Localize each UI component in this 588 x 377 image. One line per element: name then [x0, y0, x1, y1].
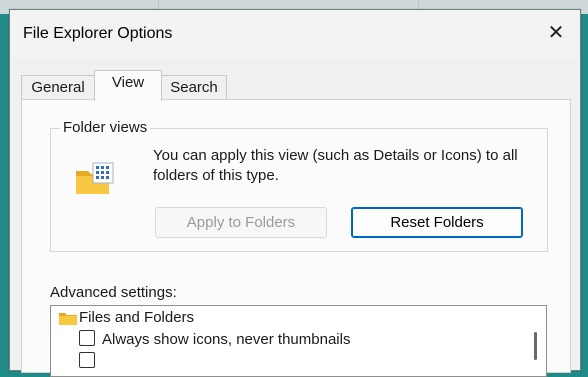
- folder-views-label: Folder views: [60, 119, 151, 136]
- reset-folders-button[interactable]: Reset Folders: [351, 207, 523, 238]
- close-icon: ✕: [547, 22, 565, 44]
- tree-item-label: Files and Folders: [79, 309, 195, 326]
- window-title: File Explorer Options: [23, 25, 173, 42]
- folder-views-description: You can apply this view (such as Details…: [153, 147, 518, 184]
- close-button[interactable]: ✕: [540, 17, 572, 49]
- tab-view[interactable]: View: [94, 70, 162, 101]
- checkbox[interactable]: [79, 352, 95, 368]
- folder-views-icon: [76, 162, 114, 194]
- apply-to-folders-button[interactable]: Apply to Folders: [155, 207, 327, 238]
- setting-next-partial[interactable]: [79, 352, 102, 372]
- view-tab-panel: Folder views You can apply this view (su…: [21, 99, 571, 377]
- setting-always-show-icons[interactable]: Always show icons, never thumbnails: [79, 330, 350, 350]
- folder-icon: [59, 313, 77, 325]
- tab-search[interactable]: Search: [161, 75, 227, 99]
- advanced-settings-label: Advanced settings:: [50, 284, 177, 301]
- checkbox[interactable]: [79, 330, 95, 346]
- folder-views-group: Folder views You can apply this view (su…: [50, 119, 548, 252]
- scrollbar-thumb[interactable]: [534, 332, 537, 360]
- advanced-settings-tree[interactable]: Files and Folders Always show icons, nev…: [50, 305, 547, 377]
- tab-general[interactable]: General: [21, 75, 95, 99]
- file-explorer-options-dialog: File Explorer Options ✕ General View Sea…: [9, 9, 581, 377]
- tree-item-files-and-folders[interactable]: Files and Folders: [55, 308, 194, 328]
- title-bar[interactable]: File Explorer Options ✕: [10, 10, 580, 58]
- setting-label: Always show icons, never thumbnails: [102, 331, 351, 348]
